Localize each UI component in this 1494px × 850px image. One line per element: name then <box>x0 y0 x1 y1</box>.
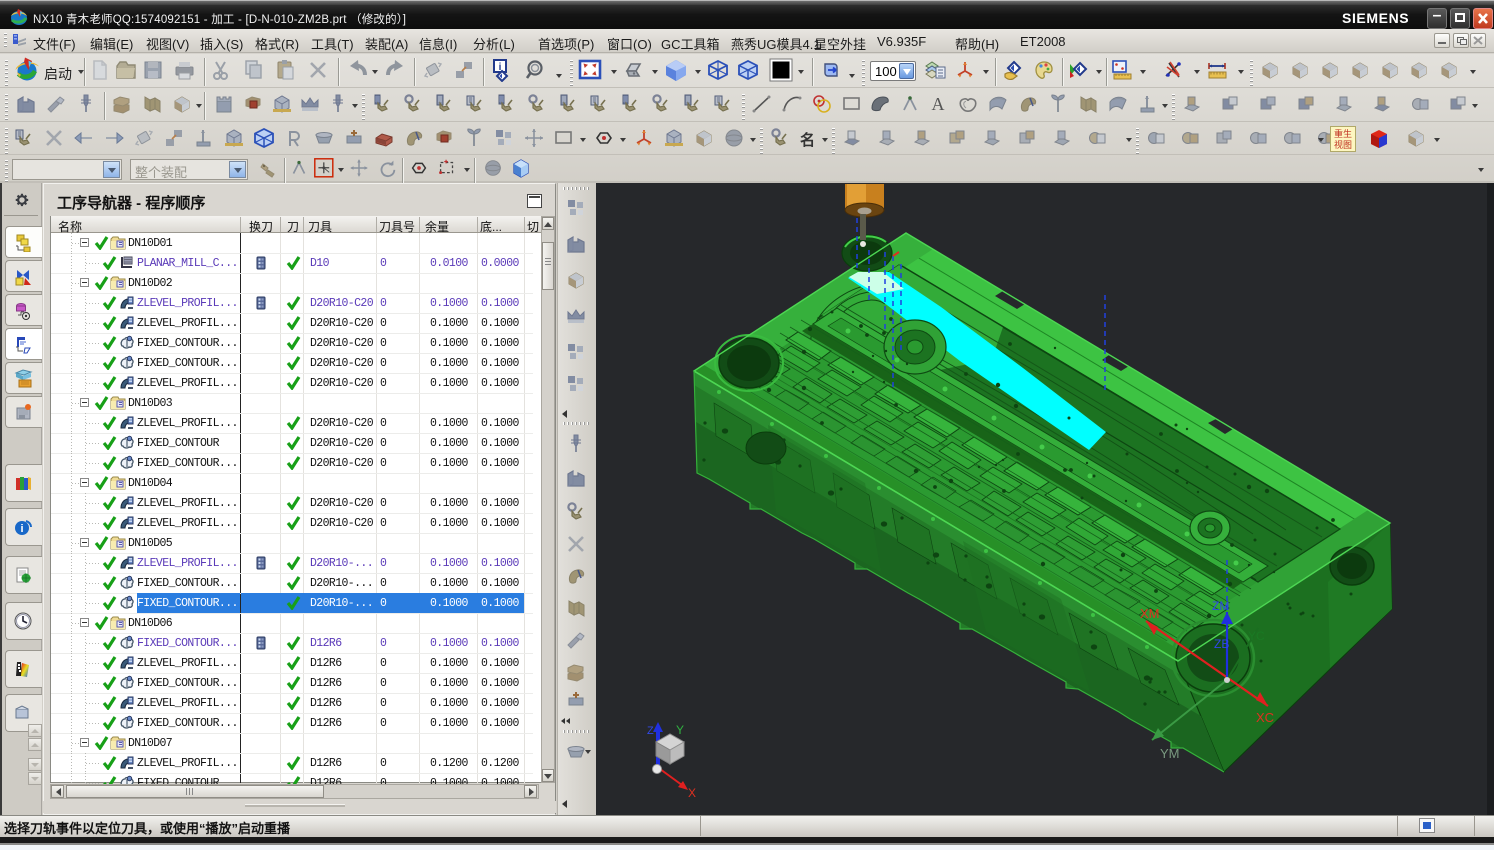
svg-text:ZB: ZB <box>1214 637 1229 651</box>
svg-text:XM: XM <box>1140 606 1160 621</box>
svg-text:YM: YM <box>1160 746 1180 761</box>
svg-text:ZM: ZM <box>1212 599 1229 613</box>
svg-text:A: A <box>932 94 945 114</box>
svg-text:YC: YC <box>1248 629 1265 643</box>
svg-text:i: i <box>20 523 23 535</box>
svg-text:XC: XC <box>1256 710 1274 725</box>
svg-text:Y: Y <box>676 723 684 737</box>
svg-text:X: X <box>688 786 696 800</box>
svg-text:Z: Z <box>647 725 654 737</box>
